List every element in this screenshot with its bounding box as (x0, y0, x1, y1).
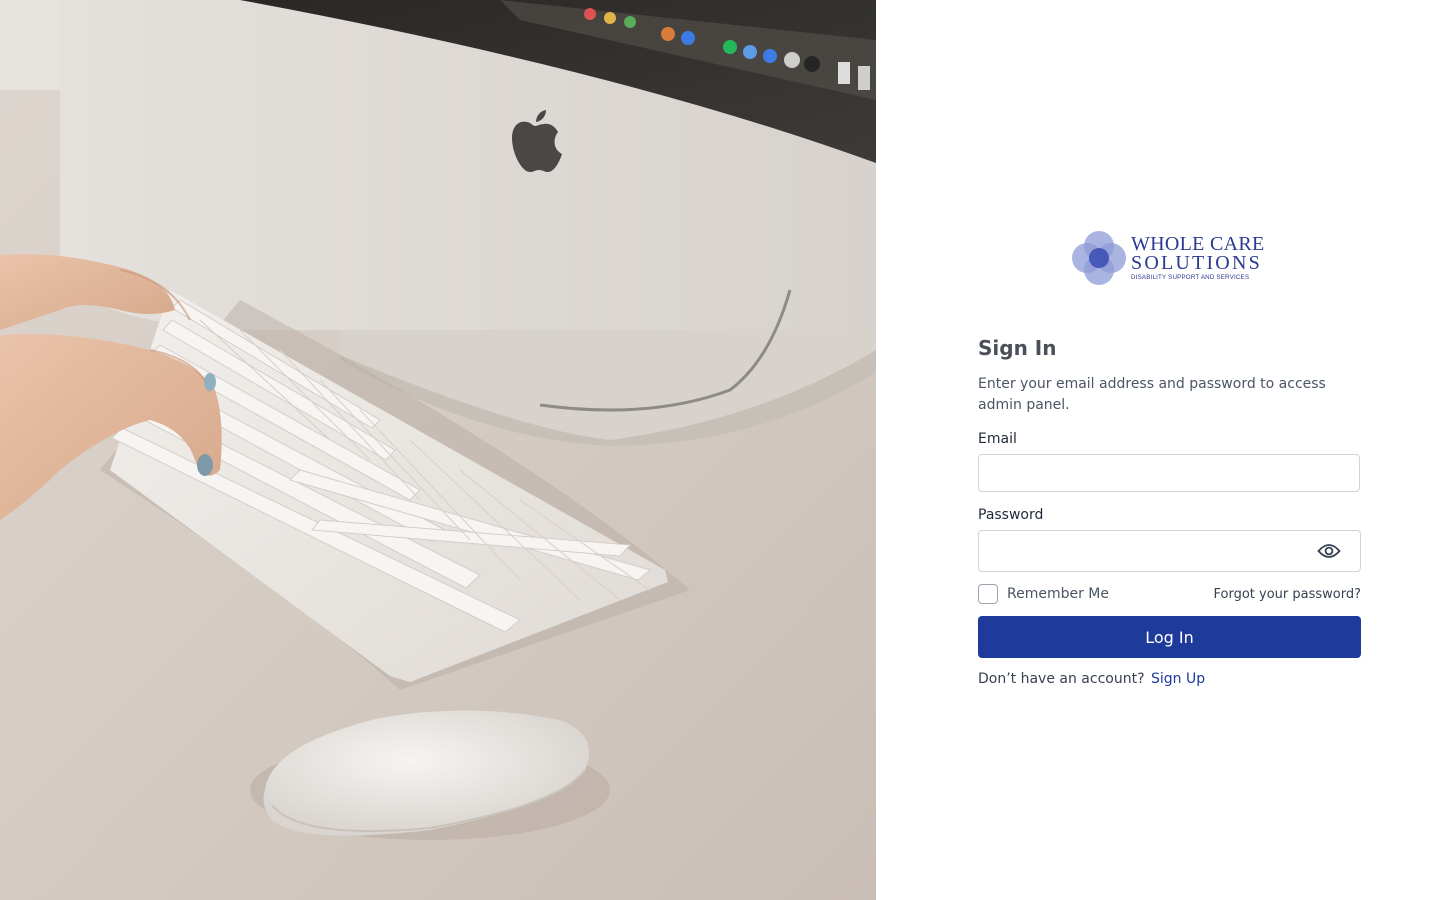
logo-tagline: DISABILITY SUPPORT AND SERVICES (1131, 274, 1250, 282)
logo-wordmark: WHOLE CARE SOLUTIONS DISABILITY SUPPORT … (1131, 234, 1265, 281)
email-label: Email (978, 431, 1017, 447)
hero-photo (0, 0, 876, 900)
signin-form: Sign In Enter your email address and pas… (978, 334, 1361, 687)
login-button[interactable]: Log In (978, 616, 1361, 658)
logo-flower-icon (1072, 231, 1126, 285)
password-field[interactable] (978, 530, 1361, 572)
signin-subtitle: Enter your email address and password to… (978, 376, 1326, 413)
signup-link[interactable]: Sign Up (1151, 671, 1205, 687)
remember-me-checkbox[interactable] (978, 584, 998, 604)
remember-me[interactable]: Remember Me (978, 584, 1109, 604)
password-label: Password (978, 507, 1044, 523)
signup-prompt: Don’t have an account? Sign Up (978, 671, 1361, 687)
remember-forgot-row: Remember Me Forgot your password? (978, 583, 1361, 605)
password-field-wrapper (978, 530, 1361, 572)
logo-name-line2: SOLUTIONS (1131, 252, 1262, 275)
page-title: Sign In (978, 336, 1057, 360)
forgot-password-link[interactable]: Forgot your password? (1213, 587, 1361, 602)
brand-logo: WHOLE CARE SOLUTIONS DISABILITY SUPPORT … (1070, 228, 1270, 288)
signin-panel: WHOLE CARE SOLUTIONS DISABILITY SUPPORT … (876, 0, 1440, 900)
login-page: WHOLE CARE SOLUTIONS DISABILITY SUPPORT … (0, 0, 1440, 900)
logo-name-line1: WHOLE CARE (1131, 233, 1265, 256)
eye-icon[interactable] (1317, 541, 1341, 561)
remember-me-label: Remember Me (1007, 586, 1109, 602)
no-account-text: Don’t have an account? (978, 671, 1145, 687)
email-field[interactable] (978, 454, 1360, 492)
